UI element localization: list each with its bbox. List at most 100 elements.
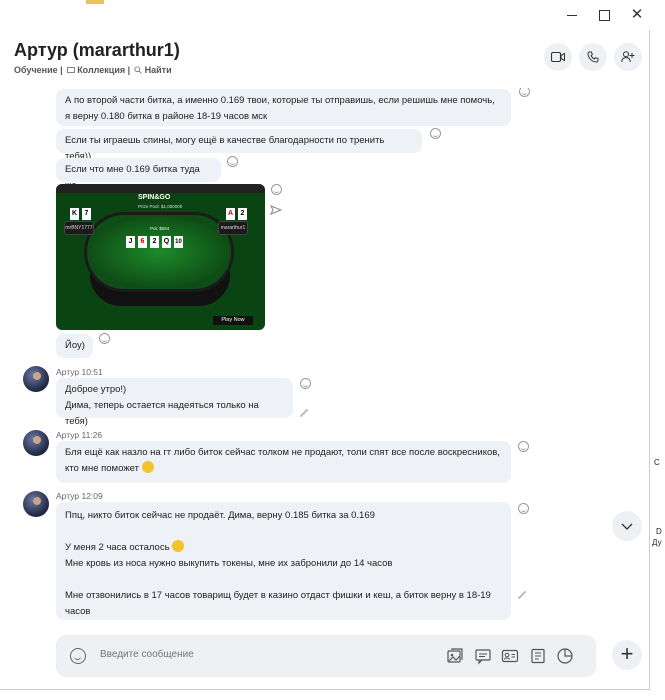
message-list[interactable]: А по второй части битка, а именно 0.169 … bbox=[0, 88, 650, 630]
board-card: 2 bbox=[150, 236, 159, 248]
reaction-icon[interactable] bbox=[227, 156, 238, 167]
conversation-header: Артур (mararthur1) Обучение | Коллекция … bbox=[0, 30, 650, 88]
add-person-icon bbox=[621, 51, 635, 63]
nav-collection-label: Коллекция | bbox=[77, 65, 131, 75]
close-button[interactable]: ✕ bbox=[630, 7, 644, 22]
message-line: Дима, теперь остается надеяться только н… bbox=[65, 400, 259, 427]
contact-subnav: Обучение | Коллекция | Найти bbox=[14, 65, 172, 75]
video-call-icon bbox=[551, 52, 565, 62]
add-participant-button[interactable] bbox=[614, 43, 642, 71]
card: 2 bbox=[238, 208, 247, 220]
message-text: А по второй части битка, а именно 0.169 … bbox=[65, 95, 495, 122]
pot-label: Pot: $584 bbox=[150, 226, 170, 231]
maximize-button[interactable] bbox=[598, 8, 612, 22]
background-text: С bbox=[654, 458, 660, 467]
message-composer bbox=[56, 635, 596, 677]
background-window-edge: С D Ду bbox=[650, 0, 665, 700]
message-meta: Артур 12:09 bbox=[56, 491, 103, 501]
message-time: 11:26 bbox=[81, 430, 103, 440]
confused-emoji-icon bbox=[141, 461, 154, 473]
card: A bbox=[226, 208, 235, 220]
player-seat-left: mrBNY1777 bbox=[64, 221, 94, 235]
message-line: Ппц, никто биток сейчас не продаёт. Дима… bbox=[65, 510, 375, 521]
reaction-icon[interactable] bbox=[518, 503, 529, 514]
message-bubble[interactable]: А по второй части битка, а именно 0.169 … bbox=[56, 89, 511, 126]
poker-table bbox=[84, 212, 234, 292]
message-line: Мне кровь из носа нужно выкупить токены,… bbox=[65, 558, 393, 569]
chat-window: ✕ Артур (mararthur1) Обучение | Коллекци… bbox=[0, 0, 650, 690]
message-line: Доброе утро!) bbox=[65, 384, 127, 395]
video-call-button[interactable] bbox=[544, 43, 572, 71]
nav-search[interactable]: Найти bbox=[134, 65, 172, 75]
screenshot-titlebar bbox=[56, 184, 265, 193]
board-card: 6 bbox=[138, 236, 147, 248]
message-line: У меня 2 часа осталось bbox=[65, 540, 502, 556]
reaction-icon[interactable] bbox=[430, 128, 441, 139]
poker-screenshot-image[interactable]: SPIN&GO Prize Pool: $1,000000 Pot: $584 … bbox=[56, 184, 265, 330]
sender-name: Артур bbox=[56, 367, 80, 377]
message-bubble[interactable]: Доброе утро!) Дима, теперь остается наде… bbox=[56, 378, 293, 427]
title-bar: ✕ bbox=[0, 0, 650, 30]
message-input[interactable] bbox=[100, 649, 350, 660]
taskbar-fragment bbox=[86, 0, 104, 4]
message-meta: Артур 11:26 bbox=[56, 430, 102, 440]
reaction-icon[interactable] bbox=[518, 441, 529, 452]
forward-icon[interactable] bbox=[270, 205, 282, 215]
play-now-button: Play Now bbox=[213, 316, 253, 325]
edit-icon[interactable] bbox=[299, 408, 309, 418]
scroll-to-bottom-button[interactable] bbox=[612, 511, 642, 541]
message-bubble[interactable]: Йоу) bbox=[56, 334, 93, 358]
nav-learning[interactable]: Обучение | bbox=[14, 65, 63, 75]
prize-pool: Prize Pool: $1,000000 bbox=[138, 204, 183, 209]
media-gallery-icon[interactable] bbox=[446, 647, 464, 665]
poll-chat-icon[interactable] bbox=[474, 647, 492, 665]
reaction-icon[interactable] bbox=[300, 378, 311, 389]
contact-title[interactable]: Артур (mararthur1) bbox=[14, 40, 180, 61]
message-time: 12:09 bbox=[81, 491, 103, 501]
board-card: 10 bbox=[174, 236, 183, 248]
reaction-icon[interactable] bbox=[271, 184, 282, 195]
message-bubble[interactable]: Бля ещё как назло на гт либо биток сейча… bbox=[56, 441, 511, 483]
board-card: J bbox=[126, 236, 135, 248]
poll-icon[interactable] bbox=[556, 647, 574, 665]
more-actions-button[interactable]: + bbox=[612, 640, 642, 670]
reaction-icon[interactable] bbox=[519, 88, 530, 97]
message-meta: Артур 10:51 bbox=[56, 367, 103, 377]
spin-go-logo: SPIN&GO bbox=[138, 194, 171, 201]
background-text: Ду bbox=[652, 538, 662, 547]
message-bubble[interactable]: Если ты играешь спины, могу ещё в качест… bbox=[56, 129, 422, 162]
avatar[interactable] bbox=[23, 366, 49, 392]
background-text: D bbox=[656, 527, 662, 536]
message-line: Мне отзвонились в 17 часов товарищ будет… bbox=[65, 590, 491, 617]
avatar[interactable] bbox=[23, 491, 49, 517]
audio-call-icon bbox=[587, 51, 599, 63]
message-time: 10:51 bbox=[81, 367, 103, 377]
nav-collection[interactable]: Коллекция | bbox=[66, 65, 131, 75]
player-seat-right: mararthur1 bbox=[218, 221, 248, 235]
audio-call-button[interactable] bbox=[579, 43, 607, 71]
message-text: Йоу) bbox=[65, 340, 85, 351]
message-line bbox=[65, 572, 502, 588]
message-line bbox=[65, 524, 502, 540]
contact-card-icon[interactable] bbox=[501, 647, 519, 665]
scared-emoji-icon bbox=[172, 540, 185, 552]
reaction-icon[interactable] bbox=[99, 333, 110, 344]
search-icon bbox=[134, 66, 142, 74]
minimize-button[interactable] bbox=[566, 8, 580, 22]
message-bubble[interactable]: Ппц, никто биток сейчас не продаёт. Дима… bbox=[56, 502, 511, 620]
emoji-picker-icon[interactable] bbox=[70, 648, 86, 664]
card: 7 bbox=[82, 208, 91, 220]
sender-name: Артур bbox=[56, 491, 80, 501]
message-bubble[interactable]: Если что мне 0.169 битка туда же bbox=[56, 158, 221, 191]
card: K bbox=[70, 208, 79, 220]
collection-icon bbox=[66, 67, 75, 73]
chevron-down-icon bbox=[621, 523, 633, 530]
message-line-text: У меня 2 часа осталось bbox=[65, 542, 170, 553]
sender-name: Артур bbox=[56, 430, 80, 440]
avatar[interactable] bbox=[23, 430, 49, 456]
board-card: Q bbox=[162, 236, 171, 248]
message-text: Бля ещё как назло на гт либо биток сейча… bbox=[65, 447, 500, 474]
edit-icon[interactable] bbox=[517, 590, 527, 600]
file-attach-icon[interactable] bbox=[529, 647, 547, 665]
nav-search-label: Найти bbox=[144, 65, 172, 75]
